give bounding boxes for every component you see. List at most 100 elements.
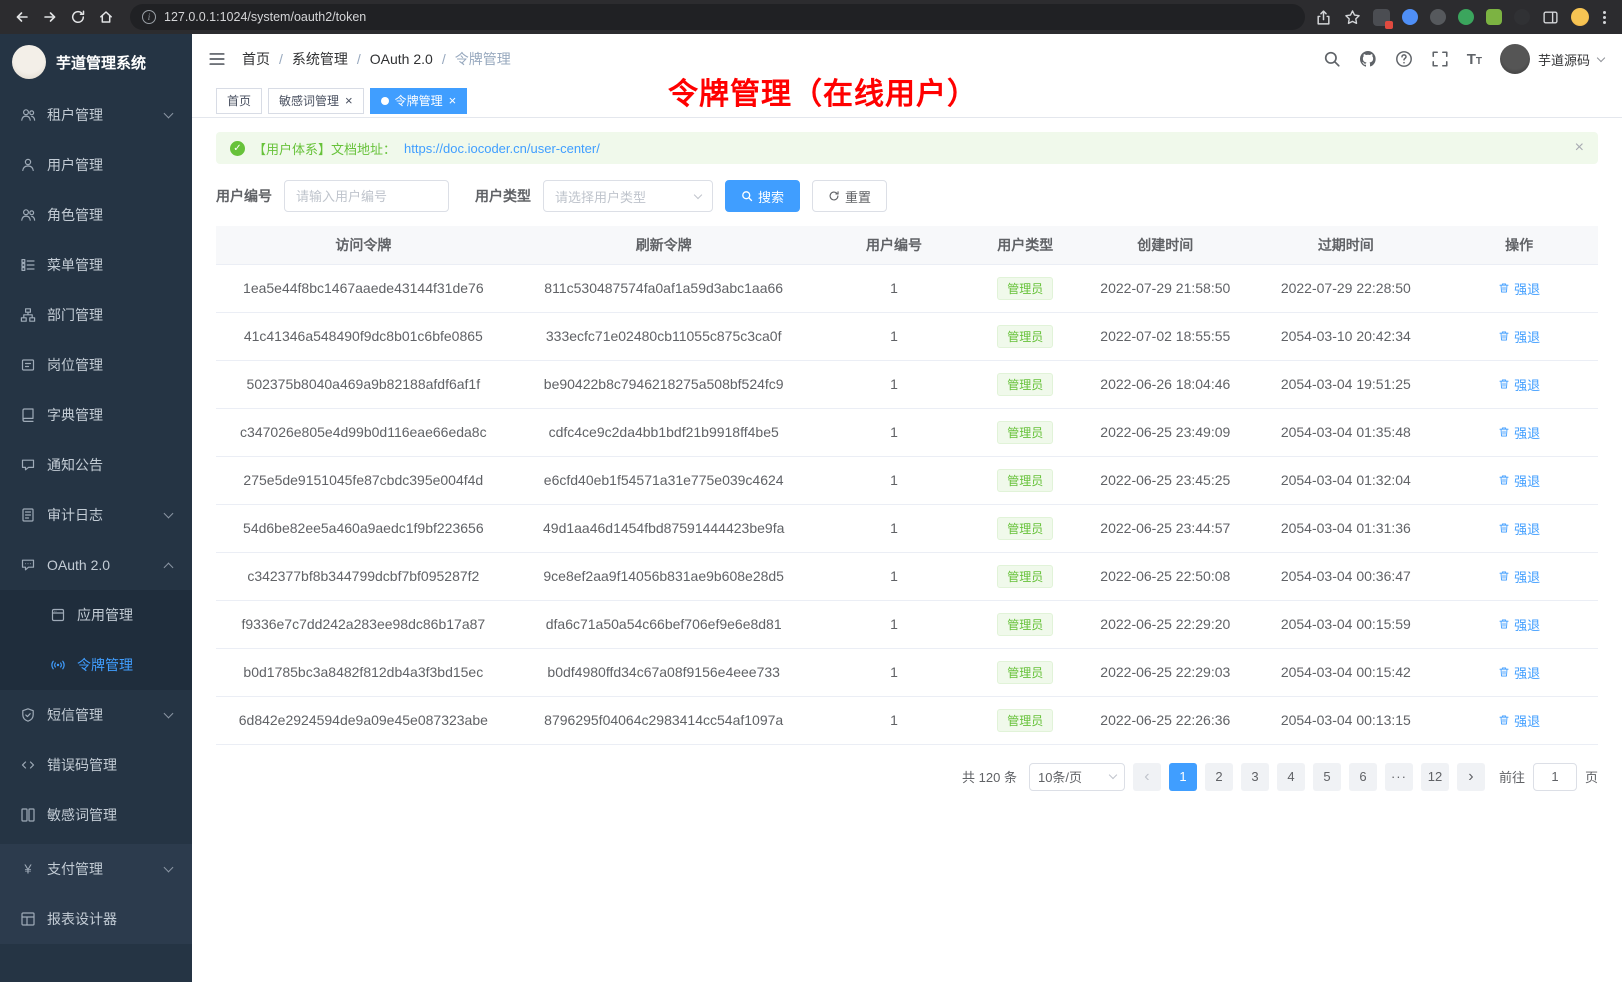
sidebar-item-sms[interactable]: 短信管理	[0, 690, 192, 740]
site-info-icon[interactable]: i	[142, 10, 156, 24]
page-2-button[interactable]: 2	[1205, 763, 1233, 791]
force-logout-button[interactable]: 强退	[1498, 663, 1540, 682]
page-3-button[interactable]: 3	[1241, 763, 1269, 791]
extensions-puzzle-icon[interactable]	[1486, 9, 1502, 25]
extension-blue-icon[interactable]	[1402, 9, 1418, 25]
trash-icon	[1498, 474, 1510, 486]
force-logout-button[interactable]: 强退	[1498, 711, 1540, 730]
sidebar-item-pay[interactable]: ¥支付管理	[0, 844, 192, 894]
sidebar-item-report-designer[interactable]: 报表设计器	[0, 894, 192, 944]
user-id-input[interactable]	[284, 180, 449, 212]
access-token-cell: b0d1785bc3a8482f812db4a3f3bd15ec	[216, 648, 511, 696]
page-size-select[interactable]: 10条/页	[1029, 763, 1125, 791]
alert-close-icon[interactable]: ×	[1575, 139, 1584, 157]
created-at-cell: 2022-07-02 18:55:55	[1079, 312, 1251, 360]
users-icon	[20, 207, 36, 223]
force-logout-button[interactable]: 强退	[1498, 471, 1540, 490]
force-logout-button[interactable]: 强退	[1498, 615, 1540, 634]
github-icon[interactable]	[1359, 50, 1377, 68]
tab-token[interactable]: 令牌管理×	[370, 88, 468, 114]
sidebar-item-tenant[interactable]: 租户管理	[0, 90, 192, 140]
user-type-placeholder: 请选择用户类型	[555, 187, 646, 206]
back-button[interactable]	[8, 3, 36, 31]
forward-button[interactable]	[36, 3, 64, 31]
sidebar-item-oauth2-token[interactable]: 令牌管理	[0, 640, 192, 690]
tab-home[interactable]: 首页	[216, 88, 262, 114]
sidebar-item-role[interactable]: 角色管理	[0, 190, 192, 240]
close-icon[interactable]: ×	[345, 94, 353, 107]
sidebar-item-post[interactable]: 岗位管理	[0, 340, 192, 390]
refresh-token-cell: cdfc4ce9c2da4bb1bdf21b9918ff4be5	[511, 408, 817, 456]
browser-menu-icon[interactable]	[1601, 9, 1608, 26]
user-menu[interactable]: 芋道源码	[1500, 44, 1604, 74]
breadcrumb-item[interactable]: OAuth 2.0	[370, 51, 433, 67]
page-6-button[interactable]: 6	[1349, 763, 1377, 791]
sidebar-item-menu[interactable]: 菜单管理	[0, 240, 192, 290]
force-logout-button[interactable]: 强退	[1498, 567, 1540, 586]
goto-page-input[interactable]	[1533, 763, 1577, 791]
force-logout-button[interactable]: 强退	[1498, 327, 1540, 346]
force-logout-button[interactable]: 强退	[1498, 519, 1540, 538]
sidebar: 芋道管理系统 租户管理用户管理角色管理菜单管理部门管理岗位管理字典管理通知公告审…	[0, 34, 192, 982]
page-5-button[interactable]: 5	[1313, 763, 1341, 791]
sidebar-item-sensitive-word[interactable]: 敏感词管理	[0, 790, 192, 840]
extension-badged-icon[interactable]	[1373, 9, 1390, 26]
extension-dark-icon[interactable]	[1514, 9, 1530, 25]
collapse-sidebar-icon[interactable]	[208, 50, 226, 68]
refresh-token-cell: 8796295f04064c2983414cc54af1097a	[511, 696, 817, 744]
home-icon	[98, 9, 114, 25]
sidebar-item-dept[interactable]: 部门管理	[0, 290, 192, 340]
refresh-token-cell: 49d1aa46d1454fbd87591444423be9fa	[511, 504, 817, 552]
user-type-tag: 管理员	[997, 373, 1053, 396]
sidebar-item-audit-log[interactable]: 审计日志	[0, 490, 192, 540]
sidebar-item-oauth2-application[interactable]: 应用管理	[0, 590, 192, 640]
expires-at-cell: 2054-03-10 20:42:34	[1251, 312, 1440, 360]
user-type-select[interactable]: 请选择用户类型	[543, 180, 713, 212]
sidebar-item-dict[interactable]: 字典管理	[0, 390, 192, 440]
address-bar[interactable]: i 127.0.0.1:1024/system/oauth2/token	[130, 4, 1305, 30]
force-logout-button[interactable]: 强退	[1498, 375, 1540, 394]
search-button[interactable]: 搜索	[725, 180, 800, 212]
trash-icon	[1498, 522, 1510, 534]
filter-bar: 用户编号 用户类型 请选择用户类型 搜索 重置	[216, 180, 1598, 212]
tabs-bar: 首页敏感词管理×令牌管理×	[192, 84, 1622, 118]
created-at-cell: 2022-06-25 22:29:03	[1079, 648, 1251, 696]
sidebar-item-user[interactable]: 用户管理	[0, 140, 192, 190]
next-page-button[interactable]: ›	[1457, 763, 1485, 791]
breadcrumb-item[interactable]: 系统管理	[292, 49, 348, 69]
doc-link[interactable]: https://doc.iocoder.cn/user-center/	[404, 141, 600, 156]
help-icon[interactable]	[1395, 50, 1413, 68]
prev-page-button[interactable]: ‹	[1133, 763, 1161, 791]
sidebar-item-oauth2[interactable]: OAuth 2.0	[0, 540, 192, 590]
share-icon[interactable]	[1315, 9, 1332, 26]
page-1-button[interactable]: 1	[1169, 763, 1197, 791]
font-size-icon[interactable]: TT	[1467, 52, 1482, 67]
search-icon[interactable]	[1323, 50, 1341, 68]
force-logout-button[interactable]: 强退	[1498, 279, 1540, 298]
page-12-button[interactable]: 12	[1421, 763, 1449, 791]
extension-green-icon[interactable]	[1458, 9, 1474, 25]
table-row: 6d842e2924594de9a09e45e087323abe8796295f…	[216, 696, 1598, 744]
breadcrumb-item[interactable]: 首页	[242, 49, 270, 69]
browser-profile-avatar[interactable]	[1571, 8, 1589, 26]
home-button[interactable]	[92, 3, 120, 31]
bookmark-star-icon[interactable]	[1344, 9, 1361, 26]
refresh-token-cell: e6cfd40eb1f54571a31e775e039c4624	[511, 456, 817, 504]
app-logo[interactable]: 芋道管理系统	[0, 34, 192, 90]
sidebar-item-notice[interactable]: 通知公告	[0, 440, 192, 490]
expires-at-cell: 2054-03-04 19:51:25	[1251, 360, 1440, 408]
created-at-cell: 2022-06-25 22:50:08	[1079, 552, 1251, 600]
sidebar-item-error-code[interactable]: 错误码管理	[0, 740, 192, 790]
page-ellipsis-button[interactable]: ···	[1385, 763, 1413, 791]
fullscreen-icon[interactable]	[1431, 50, 1449, 68]
tree-icon	[20, 307, 36, 323]
tab-sensitive-word[interactable]: 敏感词管理×	[268, 88, 364, 114]
force-logout-button[interactable]: 强退	[1498, 423, 1540, 442]
reset-button[interactable]: 重置	[812, 180, 887, 212]
user-type-tag: 管理员	[997, 709, 1053, 732]
reload-button[interactable]	[64, 3, 92, 31]
extension-gray-icon[interactable]	[1430, 9, 1446, 25]
close-icon[interactable]: ×	[449, 94, 457, 107]
page-4-button[interactable]: 4	[1277, 763, 1305, 791]
side-panel-icon[interactable]	[1542, 9, 1559, 26]
